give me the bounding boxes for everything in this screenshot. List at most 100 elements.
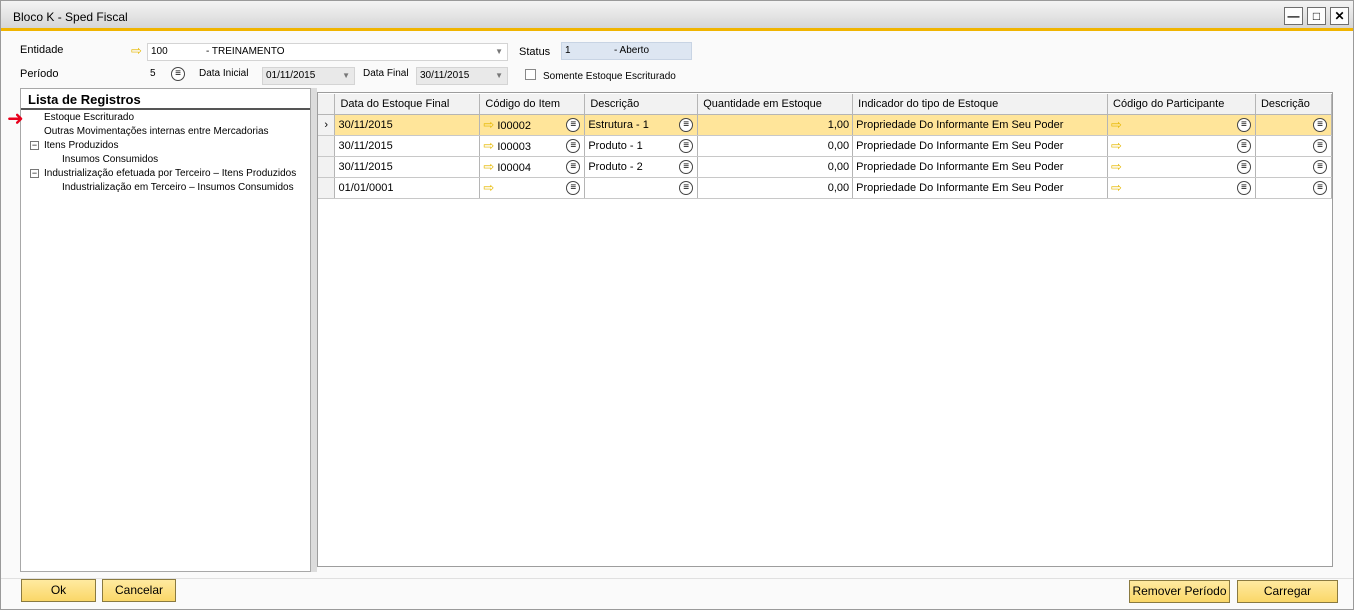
cell-qty[interactable]: 1,00 xyxy=(697,114,854,136)
cell-desc[interactable]: Estrutura - 1 ≡ xyxy=(584,114,699,136)
list-icon[interactable]: ≡ xyxy=(566,159,581,174)
tree-item-estoque-escriturado[interactable]: Estoque Escriturado xyxy=(44,112,134,123)
tree-item-insumos-consumidos[interactable]: Insumos Consumidos xyxy=(62,154,158,165)
participant-link-arrow-icon[interactable]: ⇨ xyxy=(1111,159,1122,174)
column-header[interactable]: Quantidade em Estoque xyxy=(697,94,854,115)
grid-header-row: Data do Estoque Final Código do Item Des… xyxy=(318,94,1333,115)
cell-desc[interactable]: ≡ xyxy=(584,177,699,199)
close-button[interactable]: ✕ xyxy=(1330,7,1349,25)
list-icon[interactable]: ≡ xyxy=(1313,159,1327,174)
column-header[interactable]: Código do Participante xyxy=(1107,94,1256,115)
status-field[interactable]: 1 - Aberto xyxy=(561,42,692,60)
participant-link-arrow-icon[interactable]: ⇨ xyxy=(1111,117,1122,132)
column-header[interactable]: Descrição xyxy=(1255,94,1333,115)
cell-participant[interactable]: ⇨ ≡ xyxy=(1107,135,1256,157)
participant-link-arrow-icon[interactable]: ⇨ xyxy=(1111,138,1122,153)
list-icon[interactable]: ≡ xyxy=(679,159,694,174)
tree-item-itens-produzidos[interactable]: Itens Produzidos xyxy=(44,140,119,151)
cell-qty[interactable]: 0,00 xyxy=(697,135,854,157)
entidade-field[interactable]: 100 - TREINAMENTO ▼ xyxy=(147,43,508,61)
cell-date[interactable]: 01/01/0001 xyxy=(334,177,481,199)
list-icon[interactable]: ≡ xyxy=(566,138,581,153)
window: Bloco K - Sped Fiscal — □ ✕ Entidade ⇨ 1… xyxy=(0,0,1354,610)
row-selector-icon[interactable]: › xyxy=(318,114,336,136)
list-icon[interactable]: ≡ xyxy=(1236,138,1251,153)
somente-estoque-checkbox[interactable] xyxy=(525,69,536,80)
cell-indicator[interactable]: Propriedade Do Informante Em Seu Poder xyxy=(852,114,1109,136)
list-icon[interactable]: ≡ xyxy=(566,180,581,195)
participant-link-arrow-icon[interactable]: ⇨ xyxy=(1111,180,1122,195)
cell-desc[interactable]: Produto - 1 ≡ xyxy=(584,135,699,157)
cell-desc2[interactable]: ≡ xyxy=(1255,156,1333,178)
data-final-dropdown-icon[interactable]: ▼ xyxy=(495,68,503,84)
grid-table: Data do Estoque Final Código do Item Des… xyxy=(318,94,1333,199)
column-header[interactable]: Descrição xyxy=(584,94,699,115)
list-icon[interactable]: ≡ xyxy=(679,117,694,132)
maximize-button[interactable]: □ xyxy=(1307,7,1326,25)
row-selector[interactable] xyxy=(318,135,336,157)
tree-collapse-icon[interactable]: − xyxy=(30,169,39,178)
column-header[interactable]: Data do Estoque Final xyxy=(334,94,481,115)
data-inicial-dropdown-icon[interactable]: ▼ xyxy=(342,68,350,84)
list-icon[interactable]: ≡ xyxy=(1236,117,1251,132)
cell-desc[interactable]: Produto - 2 ≡ xyxy=(584,156,699,178)
table-row[interactable]: 30/11/2015 ⇨ I00004 ≡ Produto - 2 ≡ 0,00 P… xyxy=(318,156,1333,178)
table-row[interactable]: › 30/11/2015 ⇨ I00002 ≡ Estrutura - 1 ≡ 1,… xyxy=(318,114,1333,136)
carregar-button[interactable]: Carregar xyxy=(1237,580,1338,603)
cell-participant[interactable]: ⇨ ≡ xyxy=(1107,177,1256,199)
data-inicial-field[interactable]: 01/11/2015 ▼ xyxy=(262,67,355,85)
cell-indicator[interactable]: Propriedade Do Informante Em Seu Poder xyxy=(852,135,1109,157)
entidade-dropdown-icon[interactable]: ▼ xyxy=(495,44,503,60)
tree-item-industrializacao-insumos[interactable]: Industrialização em Terceiro – Insumos C… xyxy=(62,182,294,193)
column-header[interactable]: Indicador do tipo de Estoque xyxy=(852,94,1109,115)
cell-item[interactable]: ⇨ I00002 ≡ xyxy=(479,114,586,136)
cell-desc2[interactable]: ≡ xyxy=(1255,135,1333,157)
row-selector[interactable] xyxy=(318,177,336,199)
ok-button[interactable]: Ok xyxy=(21,579,96,602)
list-icon[interactable]: ≡ xyxy=(1236,159,1251,174)
desc-text: Produto - 2 xyxy=(588,160,643,173)
cell-indicator[interactable]: Propriedade Do Informante Em Seu Poder xyxy=(852,177,1109,199)
cell-qty[interactable]: 0,00 xyxy=(697,156,854,178)
item-link-arrow-icon[interactable]: ⇨ xyxy=(483,159,494,174)
cell-indicator[interactable]: Propriedade Do Informante Em Seu Poder xyxy=(852,156,1109,178)
item-link-arrow-icon[interactable]: ⇨ xyxy=(483,117,494,132)
registros-grid: Data do Estoque Final Código do Item Des… xyxy=(317,92,1333,567)
tree-collapse-icon[interactable]: − xyxy=(30,141,39,150)
entidade-code: 100 xyxy=(151,46,168,57)
table-row[interactable]: 01/01/0001 ⇨ ≡ ≡ 0,00 Propriedade Do Inf… xyxy=(318,177,1333,199)
cell-qty[interactable]: 0,00 xyxy=(697,177,854,199)
list-icon[interactable]: ≡ xyxy=(1313,180,1327,195)
column-header[interactable]: Código do Item xyxy=(479,94,586,115)
table-row[interactable]: 30/11/2015 ⇨ I00003 ≡ Produto - 1 ≡ 0,00 P… xyxy=(318,135,1333,157)
tree-item-outras-movimentacoes[interactable]: Outras Movimentações internas entre Merc… xyxy=(44,126,269,137)
list-icon[interactable]: ≡ xyxy=(679,180,694,195)
cancelar-button[interactable]: Cancelar xyxy=(102,579,176,602)
cell-item[interactable]: ⇨ ≡ xyxy=(479,177,586,199)
list-icon[interactable]: ≡ xyxy=(1236,180,1251,195)
cell-item[interactable]: ⇨ I00003 ≡ xyxy=(479,135,586,157)
list-icon[interactable]: ≡ xyxy=(679,138,694,153)
tree-item-industrializacao-terceiro-itens[interactable]: Industrialização efetuada por Terceiro –… xyxy=(44,168,296,179)
item-link-arrow-icon[interactable]: ⇨ xyxy=(483,138,494,153)
entidade-link-arrow-icon[interactable]: ⇨ xyxy=(131,43,142,59)
cell-date[interactable]: 30/11/2015 xyxy=(334,135,481,157)
list-icon[interactable]: ≡ xyxy=(1313,138,1327,153)
cell-date[interactable]: 30/11/2015 xyxy=(334,156,481,178)
remover-periodo-button[interactable]: Remover Período xyxy=(1129,580,1230,603)
list-icon[interactable]: ≡ xyxy=(566,117,581,132)
data-final-field[interactable]: 30/11/2015 ▼ xyxy=(416,67,508,85)
cell-desc2[interactable]: ≡ xyxy=(1255,114,1333,136)
periodo-list-icon[interactable]: ≡ xyxy=(171,67,185,81)
item-link-arrow-icon[interactable]: ⇨ xyxy=(483,180,494,195)
cell-desc2[interactable]: ≡ xyxy=(1255,177,1333,199)
minimize-button[interactable]: — xyxy=(1284,7,1303,25)
row-selector[interactable] xyxy=(318,156,336,178)
cell-date[interactable]: 30/11/2015 xyxy=(334,114,481,136)
periodo-field[interactable]: 5 ≡ xyxy=(147,66,189,84)
cell-participant[interactable]: ⇨ ≡ xyxy=(1107,114,1256,136)
cell-participant[interactable]: ⇨ ≡ xyxy=(1107,156,1256,178)
list-icon[interactable]: ≡ xyxy=(1313,117,1327,132)
desc-text: Estrutura - 1 xyxy=(588,118,649,131)
cell-item[interactable]: ⇨ I00004 ≡ xyxy=(479,156,586,178)
